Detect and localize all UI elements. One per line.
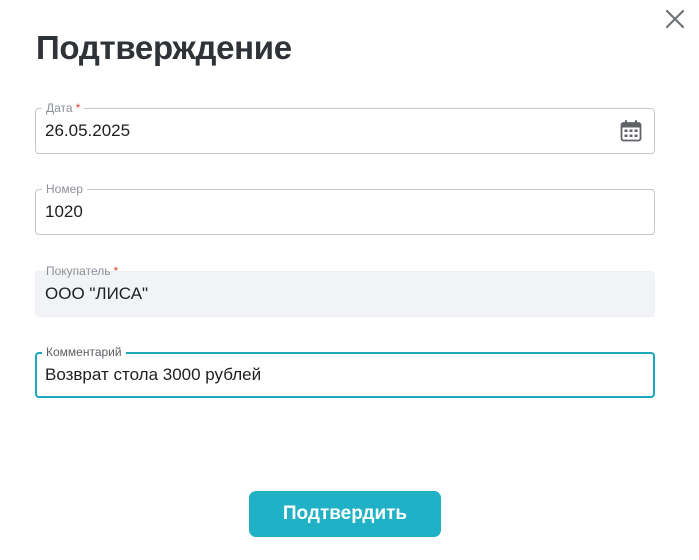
buyer-input bbox=[45, 283, 605, 305]
number-field[interactable]: Номер bbox=[35, 182, 655, 235]
number-field-label: Номер bbox=[42, 182, 87, 196]
dialog-title: Подтверждение bbox=[36, 29, 292, 66]
comment-field-label: Комментарий bbox=[42, 345, 126, 359]
date-label-text: Дата bbox=[46, 101, 73, 115]
calendar-icon[interactable] bbox=[619, 119, 643, 143]
number-input[interactable] bbox=[45, 201, 605, 223]
comment-field[interactable]: Комментарий bbox=[35, 345, 655, 398]
confirmation-dialog: Подтверждение Дата* Номер Покупатель* Ко… bbox=[0, 0, 699, 560]
close-icon[interactable] bbox=[664, 8, 686, 30]
buyer-required-mark: * bbox=[113, 264, 119, 278]
date-required-mark: * bbox=[75, 101, 81, 115]
date-field[interactable]: Дата * bbox=[35, 101, 655, 154]
date-input[interactable] bbox=[45, 120, 605, 142]
comment-input[interactable] bbox=[45, 364, 605, 386]
confirm-button[interactable]: Подтвердить bbox=[249, 491, 441, 537]
date-field-label: Дата * bbox=[42, 101, 85, 115]
buyer-label-text: Покупатель bbox=[46, 264, 111, 278]
buyer-field-label: Покупатель * bbox=[42, 264, 122, 278]
buyer-field: Покупатель * bbox=[35, 264, 655, 317]
